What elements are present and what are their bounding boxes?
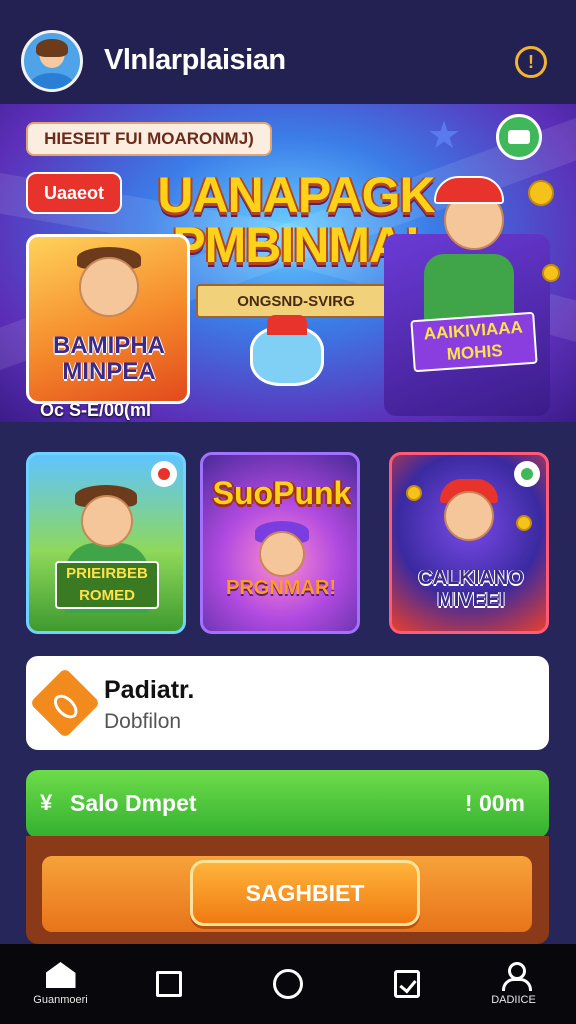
info-card[interactable]: Padiatr. Dobfilon <box>26 656 549 750</box>
nav-item-circle[interactable] <box>230 944 345 1024</box>
nav-item-square[interactable] <box>111 944 226 1024</box>
hero-card-right[interactable]: AAIKIVIAAA MOHIS <box>384 176 550 416</box>
character-face <box>259 531 305 577</box>
status-label: Salo Dmpet <box>70 790 197 816</box>
nav-item-checklist[interactable] <box>349 944 464 1024</box>
app-title: Vlnlarplaisian <box>104 44 286 76</box>
nav-item-profile[interactable]: DADIICE <box>456 944 571 1024</box>
bottom-navigation: Guanmoeri DADIICE <box>0 944 576 1024</box>
coin-icon <box>542 264 560 282</box>
game-tile[interactable]: SuoPunk PRGNMAR! <box>200 452 360 634</box>
nav-item-home[interactable]: Guanmoeri <box>3 944 118 1024</box>
info-card-subtitle: Dobfilon <box>104 710 182 733</box>
app-header: Vlnlarplaisian ! <box>0 0 576 104</box>
avatar-hair <box>36 39 68 57</box>
primary-action-button[interactable]: SAGHBIET <box>190 860 420 926</box>
currency-icon: ¥ <box>40 790 53 815</box>
game-tile-title: CALKIANO MIVEEI <box>418 567 524 611</box>
hero-title-line-1: UANAPAGK <box>157 167 435 223</box>
event-label-badge: HIESEIT FUI MOARONMJ) <box>26 122 272 156</box>
coin-icon <box>528 180 554 206</box>
alert-icon[interactable]: ! <box>515 46 547 78</box>
info-card-title: Padiatr. <box>104 676 195 704</box>
chat-icon[interactable] <box>496 114 542 160</box>
user-avatar[interactable] <box>21 30 83 92</box>
game-tile[interactable]: PRIEIRBEB ROMED <box>26 452 186 634</box>
character-face <box>79 257 139 317</box>
square-icon <box>155 971 182 997</box>
avatar-shirt <box>30 73 74 89</box>
hero-card-left[interactable]: BAMIPHA MINPEA <box>26 234 190 404</box>
circle-icon <box>272 969 303 999</box>
hero-card-left-title: BAMIPHA MINPEA <box>53 332 165 385</box>
game-tile-subtitle: PRGNMAR! <box>226 577 336 599</box>
character-face <box>81 495 133 547</box>
character-face <box>444 491 494 541</box>
character-cap <box>434 176 504 204</box>
mascot-character <box>250 315 324 386</box>
orange-diamond-icon <box>29 667 101 739</box>
home-icon <box>45 962 76 988</box>
game-tile[interactable]: CALKIANO MIVEEI <box>389 452 549 634</box>
nav-label: Guanmoeri <box>33 994 88 1006</box>
game-tile-title: PRIEIRBEB ROMED <box>55 561 159 609</box>
hero-date: Oc S-E/00(ml <box>40 400 152 420</box>
profile-icon <box>501 962 532 991</box>
action-panel: SAGHBIET <box>42 856 532 932</box>
hero-ribbon: ONGSND-SVIRG <box>196 284 396 318</box>
star-icon[interactable]: ★ <box>424 116 464 156</box>
nav-label: DADIICE <box>491 994 536 1006</box>
hero-banner[interactable]: HIESEIT FUI MOARONMJ) Uaaeot ★ UANAPAGK … <box>0 104 576 422</box>
tile-badge-icon <box>514 461 540 487</box>
new-badge: Uaaeot <box>26 172 122 214</box>
tile-badge-icon <box>151 461 177 487</box>
checklist-icon <box>393 970 420 998</box>
action-area: SAGHBIET <box>26 836 549 944</box>
coin-icon <box>406 485 422 501</box>
status-time: ! 00m <box>464 790 525 816</box>
game-tile-title: SuoPunk <box>212 475 352 511</box>
coin-icon <box>516 515 532 531</box>
hero-card-right-title: AAIKIVIAAA MOHIS <box>410 311 538 373</box>
status-bar[interactable]: ¥ Salo Dmpet ! 00m <box>26 770 549 838</box>
